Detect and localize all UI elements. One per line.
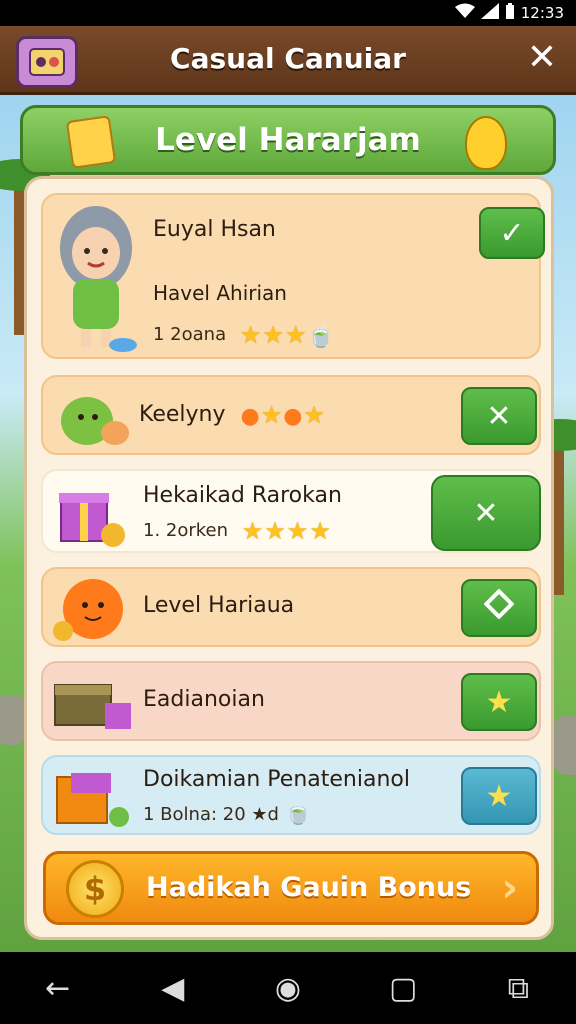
close-button[interactable]: ✕ bbox=[522, 38, 562, 78]
status-bar: 12:33 bbox=[0, 0, 576, 26]
star-icon: ★ bbox=[284, 321, 308, 349]
row-subtitle: Havel Ahirian bbox=[153, 281, 287, 305]
bonus-button[interactable]: $ Hadikah Gauin Bonus › bbox=[43, 851, 539, 925]
row-title-text: Keelyny bbox=[139, 402, 226, 427]
close-button[interactable]: ✕ bbox=[461, 387, 537, 445]
list-item[interactable]: Level Hariaua bbox=[41, 567, 541, 647]
list-item[interactable]: Eadianoian ★ bbox=[41, 661, 541, 741]
close-button[interactable]: ✕ bbox=[431, 475, 541, 551]
cup-icon: 🍵 bbox=[307, 324, 336, 349]
pear-mascot-icon bbox=[465, 116, 507, 170]
orange-mascot-icon bbox=[53, 579, 123, 641]
star-icon: ★ bbox=[241, 517, 265, 545]
star-button[interactable]: ★ bbox=[461, 673, 537, 731]
cup-icon: 🍵 bbox=[284, 801, 313, 826]
star-icon: ★ bbox=[309, 517, 332, 545]
wifi-icon bbox=[454, 3, 475, 23]
star-icon: ★ bbox=[239, 321, 263, 349]
star-icon: ★ bbox=[260, 401, 284, 429]
row-detail-text: 1 2oana bbox=[153, 324, 227, 345]
girl-avatar-icon bbox=[60, 206, 137, 352]
row-detail: 1 Bolna: 20 ★d 🍵 bbox=[143, 801, 312, 826]
level-banner: Level Hararjam bbox=[20, 105, 556, 175]
star-icon[interactable]: ★ bbox=[486, 779, 513, 814]
star-icon: ★ bbox=[286, 517, 310, 545]
system-nav-bar: ← ◀ ◉ ▢ ⧉ bbox=[0, 952, 576, 1024]
check-icon[interactable]: ✓ bbox=[499, 216, 524, 251]
menu-icon[interactable]: ⧉ bbox=[490, 971, 546, 1006]
row-title: Level Hariaua bbox=[143, 593, 295, 618]
list-item[interactable]: Keelyny ●★●★ ✕ bbox=[41, 375, 541, 455]
close-icon[interactable]: ✕ bbox=[486, 399, 511, 434]
battery-icon bbox=[505, 3, 515, 23]
signal-icon bbox=[480, 3, 499, 23]
row-detail-text: 1 Bolna: 20 ★d bbox=[143, 804, 279, 825]
star-button[interactable]: ★ bbox=[461, 767, 537, 825]
tag-button[interactable] bbox=[461, 579, 537, 637]
row-title: Eadianoian bbox=[143, 687, 265, 712]
star-icon: ★ bbox=[303, 401, 326, 429]
app-title: Casual Canuiar bbox=[170, 42, 406, 75]
orange-icon: ● bbox=[283, 404, 304, 429]
list-item[interactable]: Doikamian Penatenianol 1 Bolna: 20 ★d 🍵 … bbox=[41, 755, 541, 835]
row-detail-text: 1. 2orken bbox=[143, 520, 229, 541]
gift-chest-icon bbox=[56, 773, 129, 827]
row-title: Doikamian Penatenianol bbox=[143, 767, 410, 792]
list-item[interactable]: Euyal Hsan Havel Ahirian 1 2oana ★★★🍵 ✓ bbox=[41, 193, 545, 359]
recents-square-icon[interactable]: ▢ bbox=[375, 971, 431, 1006]
row-title: Keelyny ●★●★ bbox=[139, 401, 326, 429]
lime-mascot-icon bbox=[61, 397, 129, 445]
level-list-panel: Euyal Hsan Havel Ahirian 1 2oana ★★★🍵 ✓ … bbox=[24, 176, 554, 940]
bonus-label: Hadikah Gauin Bonus bbox=[146, 872, 472, 903]
chevron-right-icon: › bbox=[501, 865, 518, 911]
treasure-chest-icon bbox=[54, 684, 131, 729]
star-rating: ★★★★ bbox=[242, 517, 332, 545]
coin-icon: $ bbox=[66, 860, 124, 918]
check-button[interactable]: ✓ bbox=[479, 207, 545, 259]
back-triangle-icon[interactable]: ◀ bbox=[145, 971, 201, 1006]
top-bar: Casual Canuiar ✕ bbox=[0, 26, 576, 95]
star-icon[interactable]: ★ bbox=[486, 685, 513, 720]
row-title: Hekaikad Rarokan bbox=[143, 483, 342, 508]
tag-icon[interactable] bbox=[483, 588, 515, 627]
back-arrow-icon[interactable]: ← bbox=[30, 971, 86, 1006]
fruit-icon: ● bbox=[240, 404, 261, 429]
star-icon: ★ bbox=[262, 321, 285, 349]
reward-icons: ●★●★ bbox=[241, 401, 326, 429]
row-detail: 1. 2orken ★★★★ bbox=[143, 517, 332, 545]
close-icon[interactable]: ✕ bbox=[473, 496, 498, 531]
star-rating: ★★★🍵 bbox=[240, 321, 336, 349]
row-title: Euyal Hsan bbox=[153, 217, 276, 242]
gift-box-icon bbox=[59, 493, 125, 547]
star-icon: ★ bbox=[264, 517, 287, 545]
home-circle-icon[interactable]: ◉ bbox=[260, 971, 316, 1006]
close-icon[interactable]: ✕ bbox=[527, 37, 557, 78]
list-item[interactable]: Hekaikad Rarokan 1. 2orken ★★★★ ✕ bbox=[41, 469, 541, 553]
status-time: 12:33 bbox=[520, 4, 564, 22]
row-detail: 1 2oana ★★★🍵 bbox=[153, 321, 336, 349]
